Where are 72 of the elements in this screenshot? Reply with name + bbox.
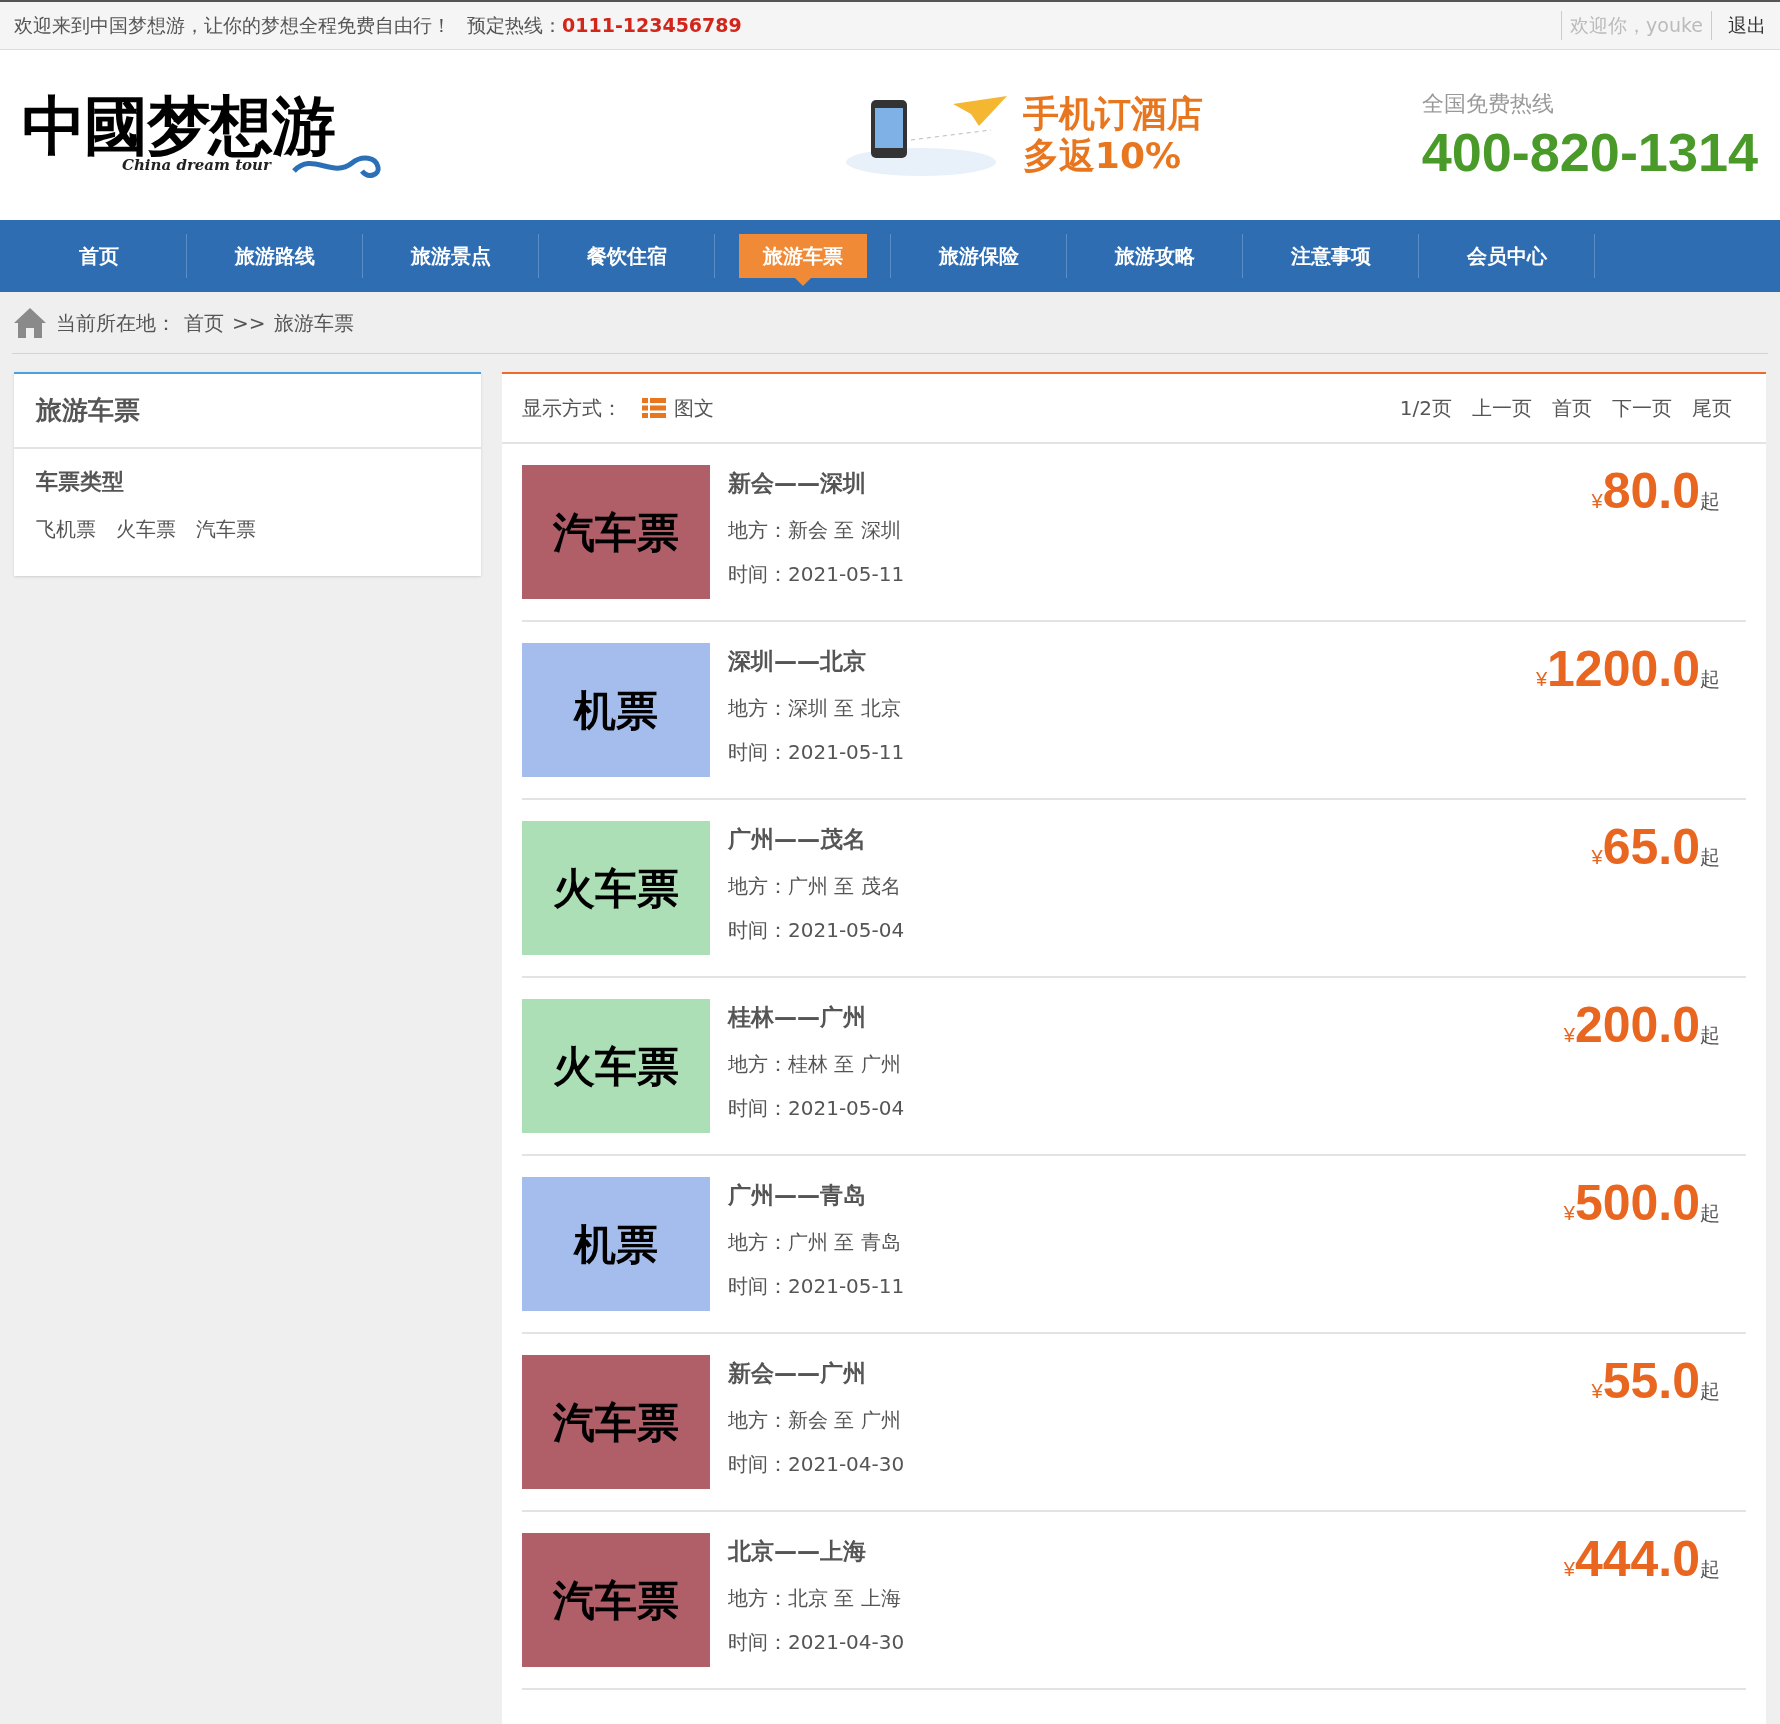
nav-tab[interactable]: 会员中心	[1442, 234, 1571, 278]
display-mode-button[interactable]: 图文	[642, 393, 714, 423]
nav-tab[interactable]: 首页	[54, 234, 143, 278]
ticket-image[interactable]: 汽车票	[522, 465, 710, 599]
nav-tab[interactable]: 旅游路线	[210, 234, 339, 278]
nav-tab[interactable]: 注意事项	[1266, 234, 1395, 278]
ticket-image[interactable]: 汽车票	[522, 1533, 710, 1667]
breadcrumb-item[interactable]: >>	[232, 307, 266, 338]
pagination-link[interactable]: 下一页	[1612, 393, 1672, 423]
pagination-link[interactable]: 首页	[1552, 393, 1592, 423]
ticket-title[interactable]: 广州——茂名	[728, 822, 905, 857]
ticket-title[interactable]: 深圳——北京	[728, 644, 905, 679]
ticket-type-link[interactable]: 飞机票	[36, 514, 96, 544]
ticket-time: 时间：2021-05-11	[728, 738, 905, 766]
tab-pointer-icon	[794, 278, 811, 286]
breadcrumb-item[interactable]: 首页	[184, 307, 224, 338]
ticket-image[interactable]: 汽车票	[522, 1355, 710, 1489]
hotline-label: 预定热线：	[467, 13, 562, 39]
ticket-image[interactable]: 火车票	[522, 999, 710, 1133]
ticket-place: 地方：新会 至 深圳	[728, 516, 902, 544]
nav-tab[interactable]: 旅游保险	[914, 234, 1043, 278]
nav-tab[interactable]: 旅游攻略	[1090, 234, 1219, 278]
ticket-title[interactable]: 新会——广州	[728, 1356, 905, 1391]
list-icon	[642, 398, 666, 418]
ticket-price: ¥500.0起	[1563, 1178, 1720, 1228]
logout-link[interactable]: 退出	[1728, 11, 1766, 40]
nav-tab[interactable]: 旅游景点	[386, 234, 515, 278]
ticket-time: 时间：2021-05-04	[728, 916, 905, 944]
ticket-time: 时间：2021-05-11	[728, 1272, 905, 1300]
ticket-price: ¥444.0起	[1563, 1534, 1720, 1584]
ticket-time: 时间：2021-04-30	[728, 1450, 905, 1478]
ticket-image[interactable]: 机票	[522, 643, 710, 777]
breadcrumb-label: 当前所在地：	[56, 309, 176, 337]
display-label: 显示方式：	[522, 395, 622, 422]
breadcrumb-item[interactable]: 旅游车票	[273, 307, 354, 338]
ticket-price: ¥55.0起	[1591, 1356, 1720, 1406]
ticket-price: ¥200.0起	[1563, 1000, 1720, 1050]
hotline-label: 全国免费热线	[1421, 89, 1554, 118]
nav-tab[interactable]: 餐饮住宿	[562, 234, 691, 278]
ticket-place: 地方：北京 至 上海	[728, 1584, 902, 1612]
ticket-place: 地方：新会 至 广州	[728, 1406, 902, 1434]
hotline-number: 400-820-1314	[1421, 120, 1758, 184]
ticket-type-link[interactable]: 火车票	[116, 514, 176, 544]
ticket-image[interactable]: 火车票	[522, 821, 710, 955]
promo-text: 多返10%	[1022, 135, 1182, 177]
ticket-price: ¥80.0起	[1591, 466, 1720, 516]
ticket-type-link[interactable]: 汽车票	[196, 514, 256, 544]
ticket-time: 时间：2021-05-04	[728, 1094, 905, 1122]
pagination-link[interactable]: 尾页	[1692, 393, 1732, 423]
ticket-title[interactable]: 桂林——广州	[728, 1000, 905, 1035]
ticket-price: ¥1200.0起	[1535, 644, 1720, 694]
pagination-link[interactable]: 1/2页	[1399, 393, 1452, 423]
ticket-price: ¥65.0起	[1591, 822, 1720, 872]
ticket-place: 地方：深圳 至 北京	[728, 694, 902, 722]
home-icon	[12, 305, 48, 340]
ticket-time: 时间：2021-04-30	[728, 1628, 905, 1656]
welcome-text: 欢迎来到中国梦想游，让你的梦想全程免费自由行！	[14, 13, 451, 39]
hotline-number: 0111-123456789	[562, 13, 742, 39]
ticket-title[interactable]: 新会——深圳	[728, 466, 905, 501]
ticket-time: 时间：2021-05-11	[728, 560, 905, 588]
ticket-title[interactable]: 广州——青岛	[728, 1178, 905, 1213]
sidebar-title: 旅游车票	[36, 394, 140, 427]
section-title: 车票类型	[36, 468, 125, 496]
pagination-link[interactable]: 上一页	[1472, 393, 1532, 423]
logo[interactable]: 中國梦想游 China dream tour	[22, 75, 382, 195]
ticket-title[interactable]: 北京——上海	[728, 1534, 905, 1569]
greeting-text: 欢迎你，youke	[1561, 11, 1712, 40]
ticket-place: 地方：广州 至 茂名	[728, 872, 902, 900]
ticket-place: 地方：桂林 至 广州	[728, 1050, 902, 1078]
ticket-image[interactable]: 机票	[522, 1177, 710, 1311]
ticket-place: 地方：广州 至 青岛	[728, 1228, 902, 1256]
promo-text: 手机订酒店	[1022, 93, 1203, 135]
